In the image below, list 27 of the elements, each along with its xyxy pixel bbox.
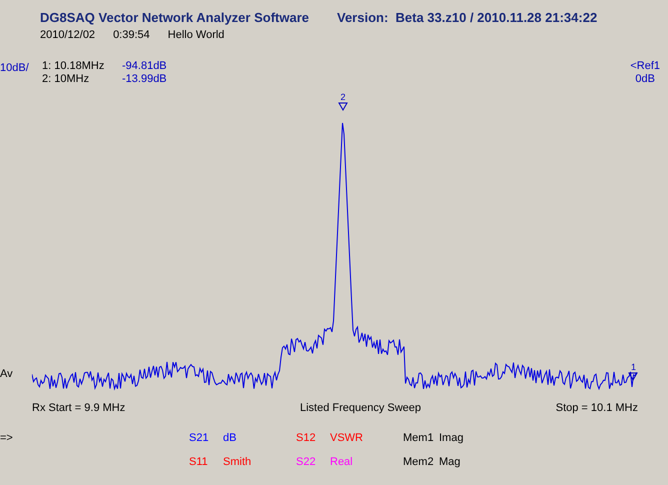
trace-format[interactable]: dB: [223, 430, 236, 454]
trace-parameter[interactable]: Mem1: [403, 430, 439, 454]
reference-label: <Ref1: [630, 60, 660, 73]
sweep-mode: Listed Frequency Sweep: [298, 400, 422, 416]
scale-label: 10dB/: [0, 61, 30, 73]
command-prompt: =>: [0, 432, 13, 444]
trace-parameter[interactable]: Mem2: [403, 454, 439, 478]
version-text: Version: Beta 33.z10 / 2010.11.28 21:34:22: [337, 9, 598, 26]
date-text: 2010/12/02: [40, 28, 96, 43]
stop-frequency: Stop = 10.1 MHz: [556, 400, 638, 416]
trace-label: Av: [0, 366, 13, 382]
trace-format[interactable]: Mag: [439, 454, 460, 478]
trace-parameter[interactable]: S21: [189, 430, 223, 454]
comment-text: Hello World: [168, 28, 224, 43]
window-title: DG8SAQ Vector Network Analyzer Software: [40, 9, 309, 26]
marker-icon: [628, 372, 638, 381]
marker-value: -13.99dB: [122, 73, 167, 86]
reference-value: 0dB: [635, 73, 655, 86]
marker-number: 1: [630, 362, 636, 372]
marker-value: -94.81dB: [122, 60, 167, 73]
start-frequency: Rx Start = 9.9 MHz: [32, 400, 126, 416]
marker-frequency: 1: 10.18MHz: [42, 60, 106, 73]
trace-format[interactable]: Imag: [439, 430, 464, 454]
marker-frequency: 2: 10MHz: [42, 73, 90, 86]
marker-number: 2: [340, 92, 346, 102]
time-text: 0:39:54: [113, 28, 150, 43]
marker-icon: [338, 102, 348, 111]
